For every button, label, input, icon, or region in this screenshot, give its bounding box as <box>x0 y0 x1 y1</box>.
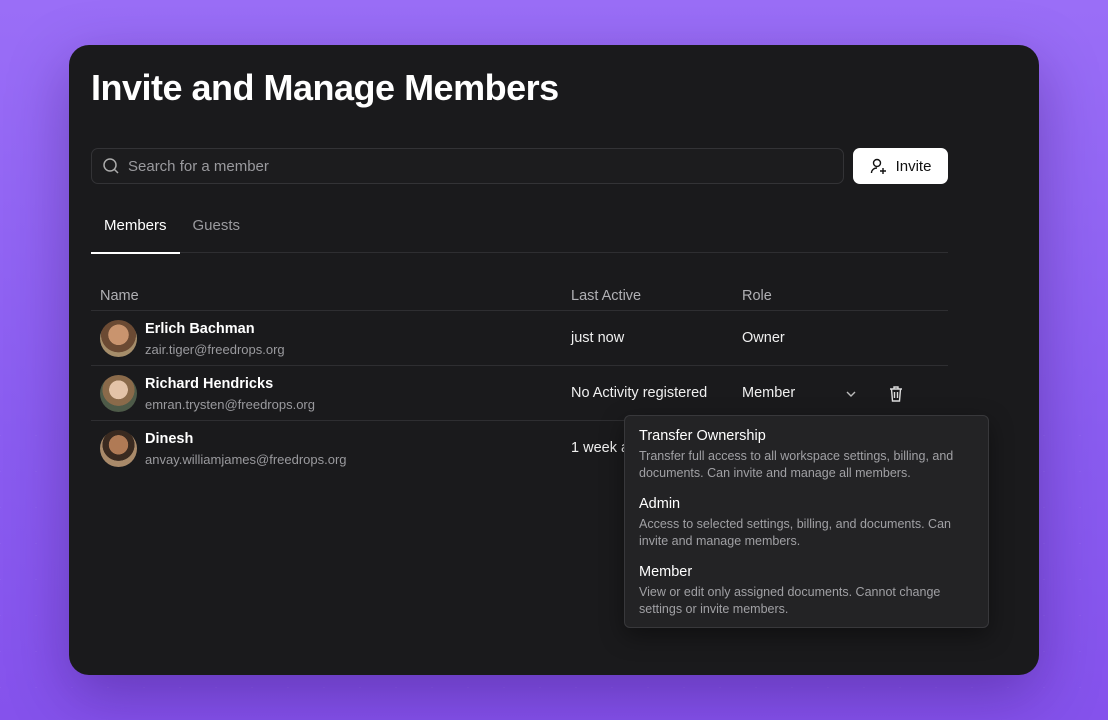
search-icon <box>103 158 119 174</box>
members-card: Invite and Manage Members Invite Members… <box>69 45 1039 675</box>
option-description: Access to selected settings, billing, an… <box>639 517 951 548</box>
tab-members[interactable]: Members <box>91 205 180 254</box>
role-select[interactable]: Member <box>742 385 795 401</box>
table-row: Richard Hendricks emran.trysten@freedrop… <box>91 366 948 421</box>
avatar <box>100 430 137 467</box>
user-plus-icon <box>870 158 886 174</box>
last-active: No Activity registered <box>571 385 708 401</box>
page-title: Invite and Manage Members <box>91 67 559 108</box>
member-email: anvay.williamjames@freedrops.org <box>145 452 347 467</box>
role: Owner <box>742 330 785 346</box>
table-row: Erlich Bachman zair.tiger@freedrops.org … <box>91 311 948 366</box>
menu-item-transfer-ownership[interactable]: Transfer Ownership Transfer full access … <box>639 428 974 482</box>
last-active: just now <box>571 330 625 346</box>
member-name: Erlich Bachman <box>145 321 255 337</box>
tabs: Members Guests <box>91 205 948 254</box>
invite-label: Invite <box>895 157 932 175</box>
option-title: Admin <box>639 496 681 512</box>
option-description: Transfer full access to all workspace se… <box>639 449 954 480</box>
member-email: zair.tiger@freedrops.org <box>145 342 285 357</box>
option-description: View or edit only assigned documents. Ca… <box>639 585 941 616</box>
trash-icon[interactable] <box>888 385 904 402</box>
tab-guests[interactable]: Guests <box>180 205 254 253</box>
member-name: Richard Hendricks <box>145 376 274 392</box>
table-header: Name Last Active Role <box>91 273 948 311</box>
column-name: Name <box>100 288 139 304</box>
option-title: Member <box>639 564 693 580</box>
search-input[interactable] <box>128 157 808 175</box>
member-email: emran.trysten@freedrops.org <box>145 397 315 412</box>
avatar <box>100 320 137 357</box>
role-dropdown-menu: Transfer Ownership Transfer full access … <box>624 415 989 628</box>
invite-button[interactable]: Invite <box>853 148 948 184</box>
menu-item-member[interactable]: Member View or edit only assigned docume… <box>639 564 974 618</box>
option-title: Transfer Ownership <box>639 428 766 444</box>
menu-item-admin[interactable]: Admin Access to selected settings, billi… <box>639 496 974 550</box>
chevron-down-icon[interactable] <box>845 390 857 398</box>
avatar <box>100 375 137 412</box>
column-role: Role <box>742 288 772 304</box>
column-last-active: Last Active <box>571 288 642 304</box>
member-name: Dinesh <box>145 431 194 447</box>
last-active: 1 week a <box>571 440 630 456</box>
search-field[interactable] <box>91 148 844 184</box>
